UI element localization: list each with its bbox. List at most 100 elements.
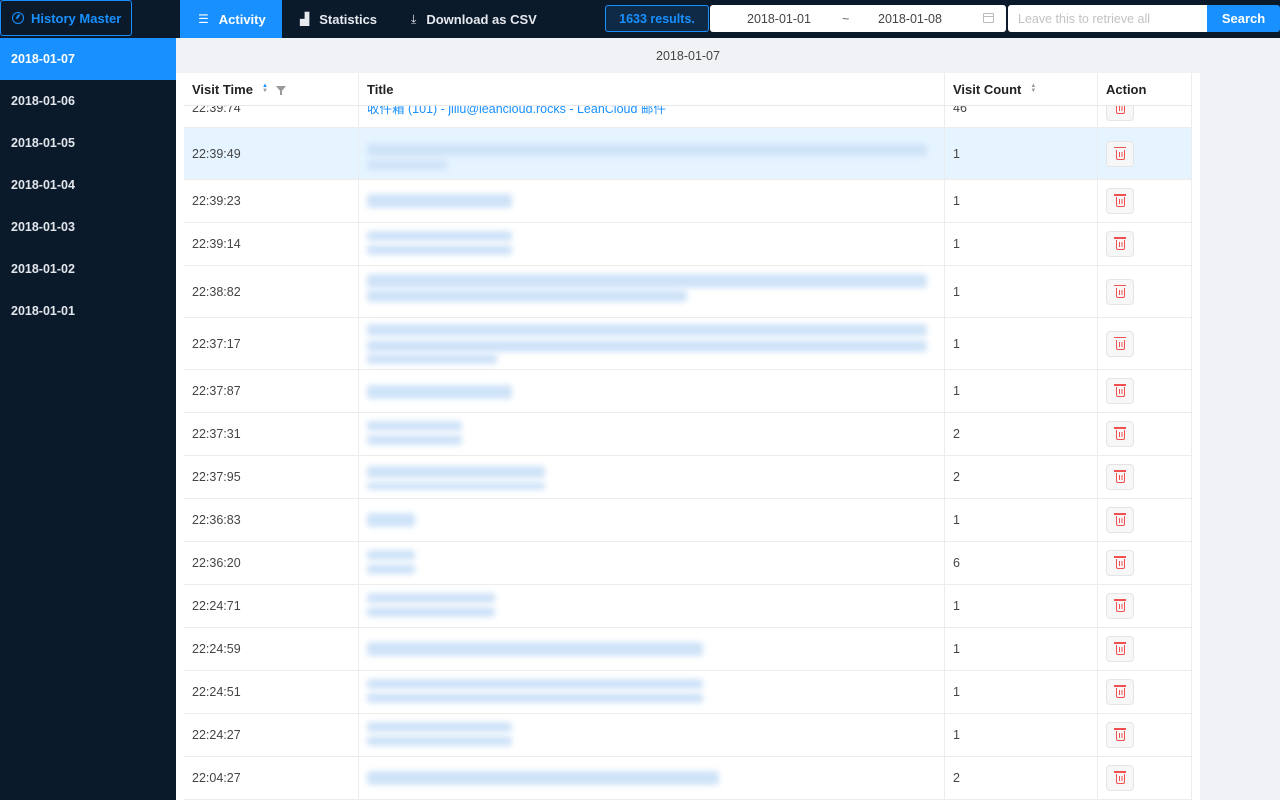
title-link[interactable] <box>359 266 945 317</box>
sidebar-item-2018-01-02[interactable]: 2018-01-02 <box>0 248 176 290</box>
title-link[interactable] <box>359 456 945 498</box>
delete-button[interactable] <box>1106 140 1134 167</box>
title-link[interactable] <box>359 499 945 541</box>
obscured-title-text <box>367 593 495 603</box>
results-count-badge: 1633 results. <box>605 5 709 32</box>
title-link[interactable] <box>359 757 945 799</box>
dashboard-icon <box>12 12 24 24</box>
title-link[interactable] <box>359 714 945 756</box>
delete-button[interactable] <box>1106 188 1134 214</box>
obscured-title-text <box>367 290 687 302</box>
table-row[interactable]: 22:37:17 1 <box>184 318 1192 370</box>
table-row[interactable]: 22:39:23 1 <box>184 180 1192 223</box>
title-link[interactable] <box>359 628 945 670</box>
table-row[interactable]: 22:24:59 1 <box>184 628 1192 671</box>
title-link[interactable] <box>359 318 945 369</box>
title-link[interactable] <box>359 671 945 713</box>
obscured-title-text <box>367 550 415 560</box>
visit-count-cell: 6 <box>945 542 1098 584</box>
calendar-icon[interactable] <box>983 13 994 23</box>
search-input[interactable] <box>1008 5 1207 32</box>
delete-button[interactable] <box>1106 330 1134 357</box>
trash-icon <box>1113 685 1126 698</box>
delete-button[interactable] <box>1106 507 1134 533</box>
table-row[interactable]: 22:24:27 1 <box>184 714 1192 757</box>
table-row[interactable]: 22:37:95 2 <box>184 456 1192 499</box>
tab-statistics-label: Statistics <box>319 11 378 27</box>
visit-time-cell: 22:36:83 <box>184 499 359 541</box>
table-row[interactable]: 22:24:51 1 <box>184 671 1192 714</box>
filter-icon[interactable] <box>275 86 286 95</box>
table-row[interactable]: 22:37:87 1 <box>184 370 1192 413</box>
table-row[interactable]: 22:39:49 1 <box>184 128 1192 180</box>
delete-button[interactable] <box>1106 421 1134 447</box>
visit-count-cell: 1 <box>945 223 1098 265</box>
column-action-label: Action <box>1106 81 1147 97</box>
trash-icon <box>1113 556 1126 569</box>
delete-button[interactable] <box>1106 106 1134 121</box>
column-visit-count[interactable]: Visit Count ▲ ▼ <box>945 73 1098 105</box>
delete-button[interactable] <box>1106 679 1134 705</box>
title-link[interactable] <box>359 542 945 584</box>
sort-icon[interactable]: ▲ ▼ <box>1030 83 1036 94</box>
action-cell <box>1098 266 1192 317</box>
table-row[interactable]: 22:36:20 6 <box>184 542 1192 585</box>
column-visit-time[interactable]: Visit Time ▲ ▼ <box>184 73 359 105</box>
action-cell <box>1098 456 1192 498</box>
sidebar-item-2018-01-05[interactable]: 2018-01-05 <box>0 122 176 164</box>
trash-icon <box>1113 336 1126 350</box>
sidebar-item-2018-01-04[interactable]: 2018-01-04 <box>0 164 176 206</box>
range-start-date[interactable]: 2018-01-01 <box>747 12 811 26</box>
obscured-title-text <box>367 421 462 431</box>
delete-button[interactable] <box>1106 278 1134 305</box>
obscured-title-text <box>367 466 545 478</box>
obscured-title-text <box>367 144 927 156</box>
visit-count-cell: 1 <box>945 318 1098 369</box>
sidebar-item-2018-01-06[interactable]: 2018-01-06 <box>0 80 176 122</box>
list-icon: ☰ <box>198 12 209 26</box>
table-row[interactable]: 22:24:71 1 <box>184 585 1192 628</box>
delete-button[interactable] <box>1106 464 1134 490</box>
search-button[interactable]: Search <box>1207 5 1280 32</box>
delete-button[interactable] <box>1106 593 1134 619</box>
action-cell <box>1098 542 1192 584</box>
title-link[interactable]: 收件箱 (101) - jiliu@leancloud.rocks - Lean… <box>359 106 945 127</box>
delete-button[interactable] <box>1106 765 1134 791</box>
table-row[interactable]: 22:38:82 1 <box>184 266 1192 318</box>
obscured-title-text <box>367 564 415 574</box>
range-separator: ~ <box>842 11 850 26</box>
obscured-title-text <box>367 722 512 732</box>
title-link[interactable] <box>359 180 945 222</box>
table-row[interactable]: 22:39:74 收件箱 (101) - jiliu@leancloud.rock… <box>184 106 1192 128</box>
obscured-title-text <box>367 231 512 241</box>
title-link[interactable] <box>359 585 945 627</box>
sort-icon[interactable]: ▲ ▼ <box>262 83 268 94</box>
action-cell <box>1098 585 1192 627</box>
title-link[interactable] <box>359 413 945 455</box>
sidebar-item-2018-01-03[interactable]: 2018-01-03 <box>0 206 176 248</box>
delete-button[interactable] <box>1106 550 1134 576</box>
table-row[interactable]: 22:37:31 2 <box>184 413 1192 456</box>
sidebar-item-2018-01-01[interactable]: 2018-01-01 <box>0 290 176 332</box>
download-csv-button[interactable]: ⤓ Download as CSV <box>392 0 562 38</box>
date-range-picker[interactable]: 2018-01-01 ~ 2018-01-08 <box>710 5 1006 32</box>
delete-button[interactable] <box>1106 636 1134 662</box>
sidebar-item-2018-01-07[interactable]: 2018-01-07 <box>0 38 176 80</box>
trash-icon <box>1113 771 1126 784</box>
delete-button[interactable] <box>1106 378 1134 404</box>
visit-time-cell: 22:24:59 <box>184 628 359 670</box>
range-end-date[interactable]: 2018-01-08 <box>878 12 942 26</box>
tab-activity[interactable]: ☰ Activity <box>180 0 282 38</box>
table-row[interactable]: 22:36:83 1 <box>184 499 1192 542</box>
obscured-title-text <box>367 354 497 364</box>
brand-button[interactable]: History Master <box>0 0 132 36</box>
title-link[interactable] <box>359 370 945 412</box>
title-link[interactable] <box>359 128 945 179</box>
table-row[interactable]: 22:04:27 2 <box>184 757 1192 800</box>
visit-time-cell: 22:39:74 <box>184 106 359 127</box>
title-link[interactable] <box>359 223 945 265</box>
tab-statistics[interactable]: ▟ Statistics <box>282 0 392 38</box>
delete-button[interactable] <box>1106 722 1134 748</box>
delete-button[interactable] <box>1106 231 1134 257</box>
table-row[interactable]: 22:39:14 1 <box>184 223 1192 266</box>
